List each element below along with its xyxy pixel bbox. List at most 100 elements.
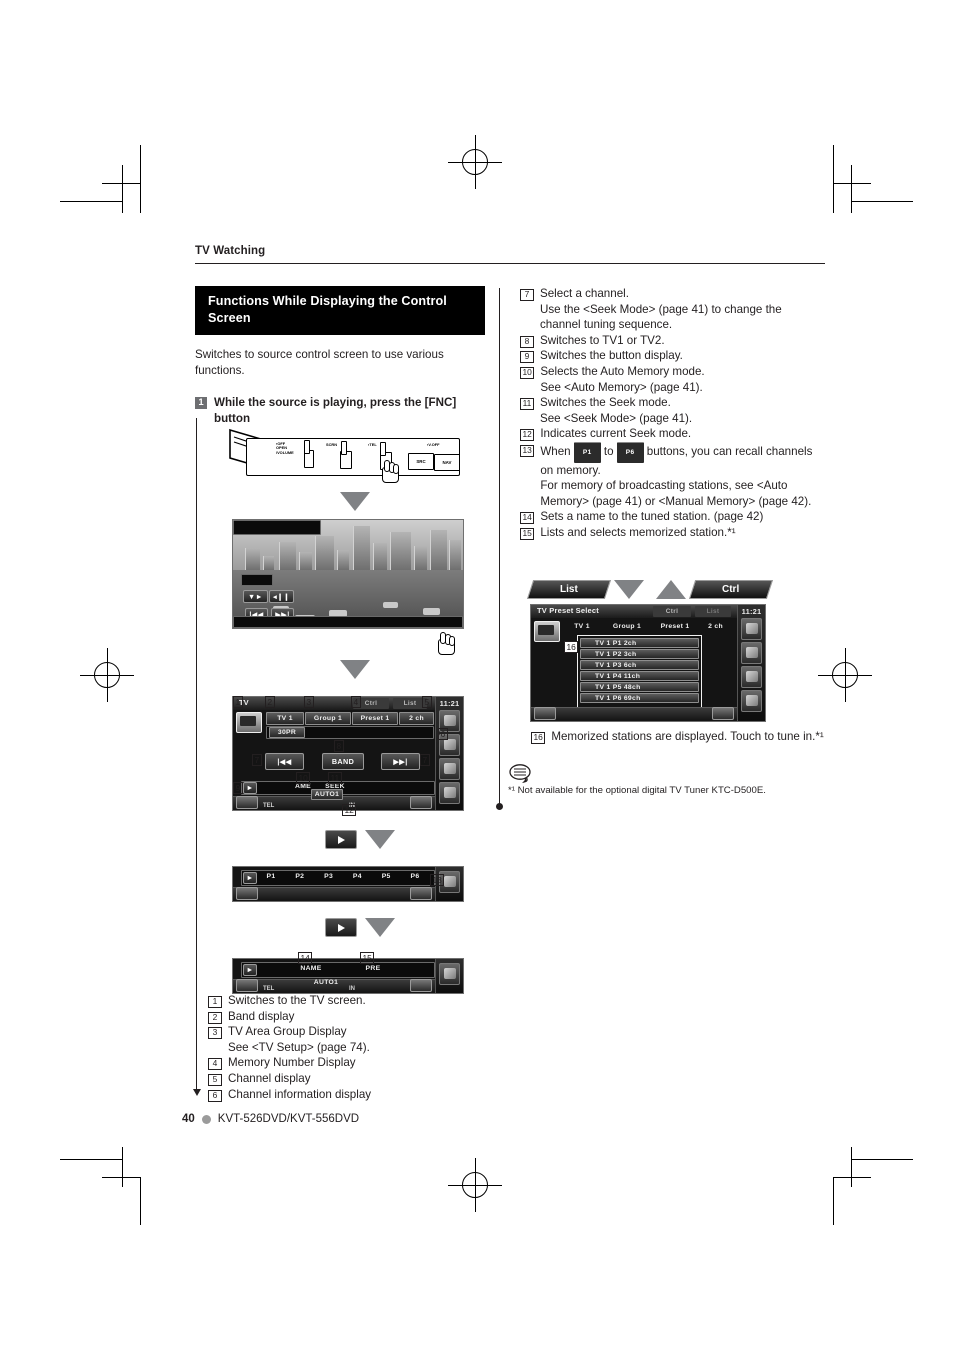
registration-mark-right (818, 648, 872, 702)
callout-9: 9 (233, 778, 243, 796)
callout-8: 8 (334, 736, 344, 754)
preset-button-p2[interactable]: P2 (288, 872, 312, 882)
ref-text-sub: See <Seek Mode> (page 41). (540, 411, 693, 425)
list-item[interactable]: TV 1 P5 48ch (580, 682, 699, 692)
menu-icon[interactable] (741, 618, 762, 640)
faceplate-button-src[interactable]: SRC (408, 453, 434, 470)
ref-number: 9 (520, 351, 534, 364)
seek-mode-indicator: AUTO1 (313, 979, 339, 986)
building (315, 535, 334, 570)
building (390, 531, 411, 570)
volume-down-knob[interactable] (236, 887, 258, 900)
ref-text-sub: Use the <Seek Mode> (page 41) to change … (540, 302, 782, 332)
manual-page: TV Watching Functions While Displaying t… (0, 0, 954, 1350)
list-item[interactable]: TV 1 P1 2ch (580, 638, 699, 648)
preset-button-p6[interactable]: P6 (403, 872, 427, 882)
ref-number: 10 (520, 366, 535, 379)
header-rule (195, 263, 825, 264)
ref-number: 12 (520, 429, 535, 442)
list-item: 16 Memorized stations are displayed. Tou… (531, 729, 826, 745)
ref-text: Indicates current Seek mode. (540, 427, 692, 441)
callout-13: 13 (430, 870, 445, 888)
list-item[interactable]: TV 1 P2 3ch (580, 649, 699, 659)
building (245, 547, 260, 570)
ref-text: Channel information display (228, 1087, 372, 1101)
model-name: KVT-526DVD/KVT-556DVD (217, 1113, 360, 1125)
screen-title-overlay (233, 520, 321, 535)
flow-arrow-3 (365, 830, 395, 849)
flow-toggle-2 (325, 918, 395, 937)
button-display-toggle[interactable]: ► (243, 964, 257, 976)
ref-number: 4 (208, 1058, 222, 1071)
scroll-down-knob[interactable] (534, 707, 556, 720)
list-item: 6 Channel information display (208, 1087, 488, 1103)
clock-display: 11:21 (741, 607, 762, 616)
scroll-up-knob[interactable] (712, 707, 734, 720)
screen-button-pause[interactable]: ◂❙❙ (269, 590, 294, 603)
crop-mark-top-left (60, 145, 180, 245)
audio-icon[interactable] (741, 642, 762, 664)
preset-list-box: TV 1 P1 2ch TV 1 P2 3ch TV 1 P3 6ch TV 1… (577, 635, 702, 713)
building (353, 525, 370, 570)
faceplate-knob-a[interactable] (304, 440, 310, 454)
running-head-title: TV Watching (195, 245, 266, 257)
band-display: TV 1 (574, 623, 590, 630)
volume-up-knob[interactable] (410, 979, 432, 992)
volume-down-knob[interactable] (236, 796, 258, 809)
button-display-toggle[interactable]: ► (243, 782, 257, 794)
callout-10: 10 (296, 768, 311, 786)
tab-list[interactable]: List (695, 606, 731, 617)
volume-up-knob[interactable] (410, 796, 432, 809)
crop-mark-bottom-right (813, 1147, 933, 1255)
volume-up-knob[interactable] (410, 887, 432, 900)
faceplate-button-nav[interactable]: NAV (434, 454, 460, 471)
ref-text: Lists and selects memorized station.*¹ (540, 525, 736, 539)
callout-16: 16 (564, 637, 579, 655)
button-display-toggle-icon[interactable] (325, 830, 357, 849)
list-item[interactable]: TV 1 P4 11ch (580, 671, 699, 681)
next-channel-button[interactable]: ▶▶| (381, 753, 420, 770)
faceplate-knob-c[interactable] (380, 442, 386, 456)
volume-down-knob[interactable] (236, 979, 258, 992)
preset-select-title: TV Preset Select (537, 606, 599, 615)
preset-button-p4[interactable]: P4 (345, 872, 369, 882)
ref-text: Switches to the TV screen. (228, 994, 366, 1007)
ref-number: 16 (531, 732, 546, 744)
step-text: While the source is playing, press the [… (214, 396, 457, 425)
control-screen-figure: Ctrl List TV TV 1 Group 1 Preset 1 2 ch … (232, 692, 464, 816)
faceplate-knob-b[interactable] (341, 441, 347, 455)
setup-icon[interactable] (741, 690, 762, 712)
tab-ctrl-button[interactable]: Ctrl (688, 579, 774, 599)
ref-text: TV Area Group Display See <TV Setup> (pa… (228, 1024, 488, 1055)
disc-icon[interactable] (439, 758, 460, 780)
list-item: 2 Band display (208, 1009, 488, 1025)
callout-7-left: 7 (252, 750, 262, 768)
flow-arrow-1 (340, 492, 370, 511)
preset-button-p1[interactable]: P1 (259, 872, 283, 882)
ref-number: 13 (520, 444, 535, 457)
group-display: Group 1 (305, 712, 351, 725)
tv-screen-icon[interactable] (236, 712, 262, 733)
callout-2: 2 (265, 692, 275, 710)
tv-screen-icon[interactable] (534, 621, 560, 642)
screen-button-vol[interactable]: ▼► (243, 590, 268, 603)
tab-ctrl[interactable]: Ctrl (653, 606, 691, 617)
building (279, 541, 296, 570)
setup-icon[interactable] (439, 782, 460, 804)
list-item[interactable]: TV 1 P3 6ch (580, 660, 699, 670)
setup-icon[interactable] (439, 963, 460, 985)
tab-list-button[interactable]: List (526, 579, 612, 599)
preset-button-p5[interactable]: P5 (374, 872, 398, 882)
step-1: 1 While the source is playing, press the… (195, 395, 485, 426)
list-item[interactable]: TV 1 P6 69ch (580, 693, 699, 703)
callout-7-right: 7 (420, 750, 430, 768)
ref-text-main: Selects the Auto Memory mode. (540, 364, 705, 378)
screen-bottom-strip (233, 616, 463, 628)
ref-text: Switches to TV1 or TV2. (540, 333, 665, 347)
disc-icon[interactable] (741, 666, 762, 688)
callout-4: 4 (351, 692, 361, 710)
preset-button-p3[interactable]: P3 (317, 872, 341, 882)
button-display-toggle-icon[interactable] (325, 918, 357, 937)
button-display-toggle[interactable]: ► (243, 872, 257, 884)
building (373, 542, 387, 570)
